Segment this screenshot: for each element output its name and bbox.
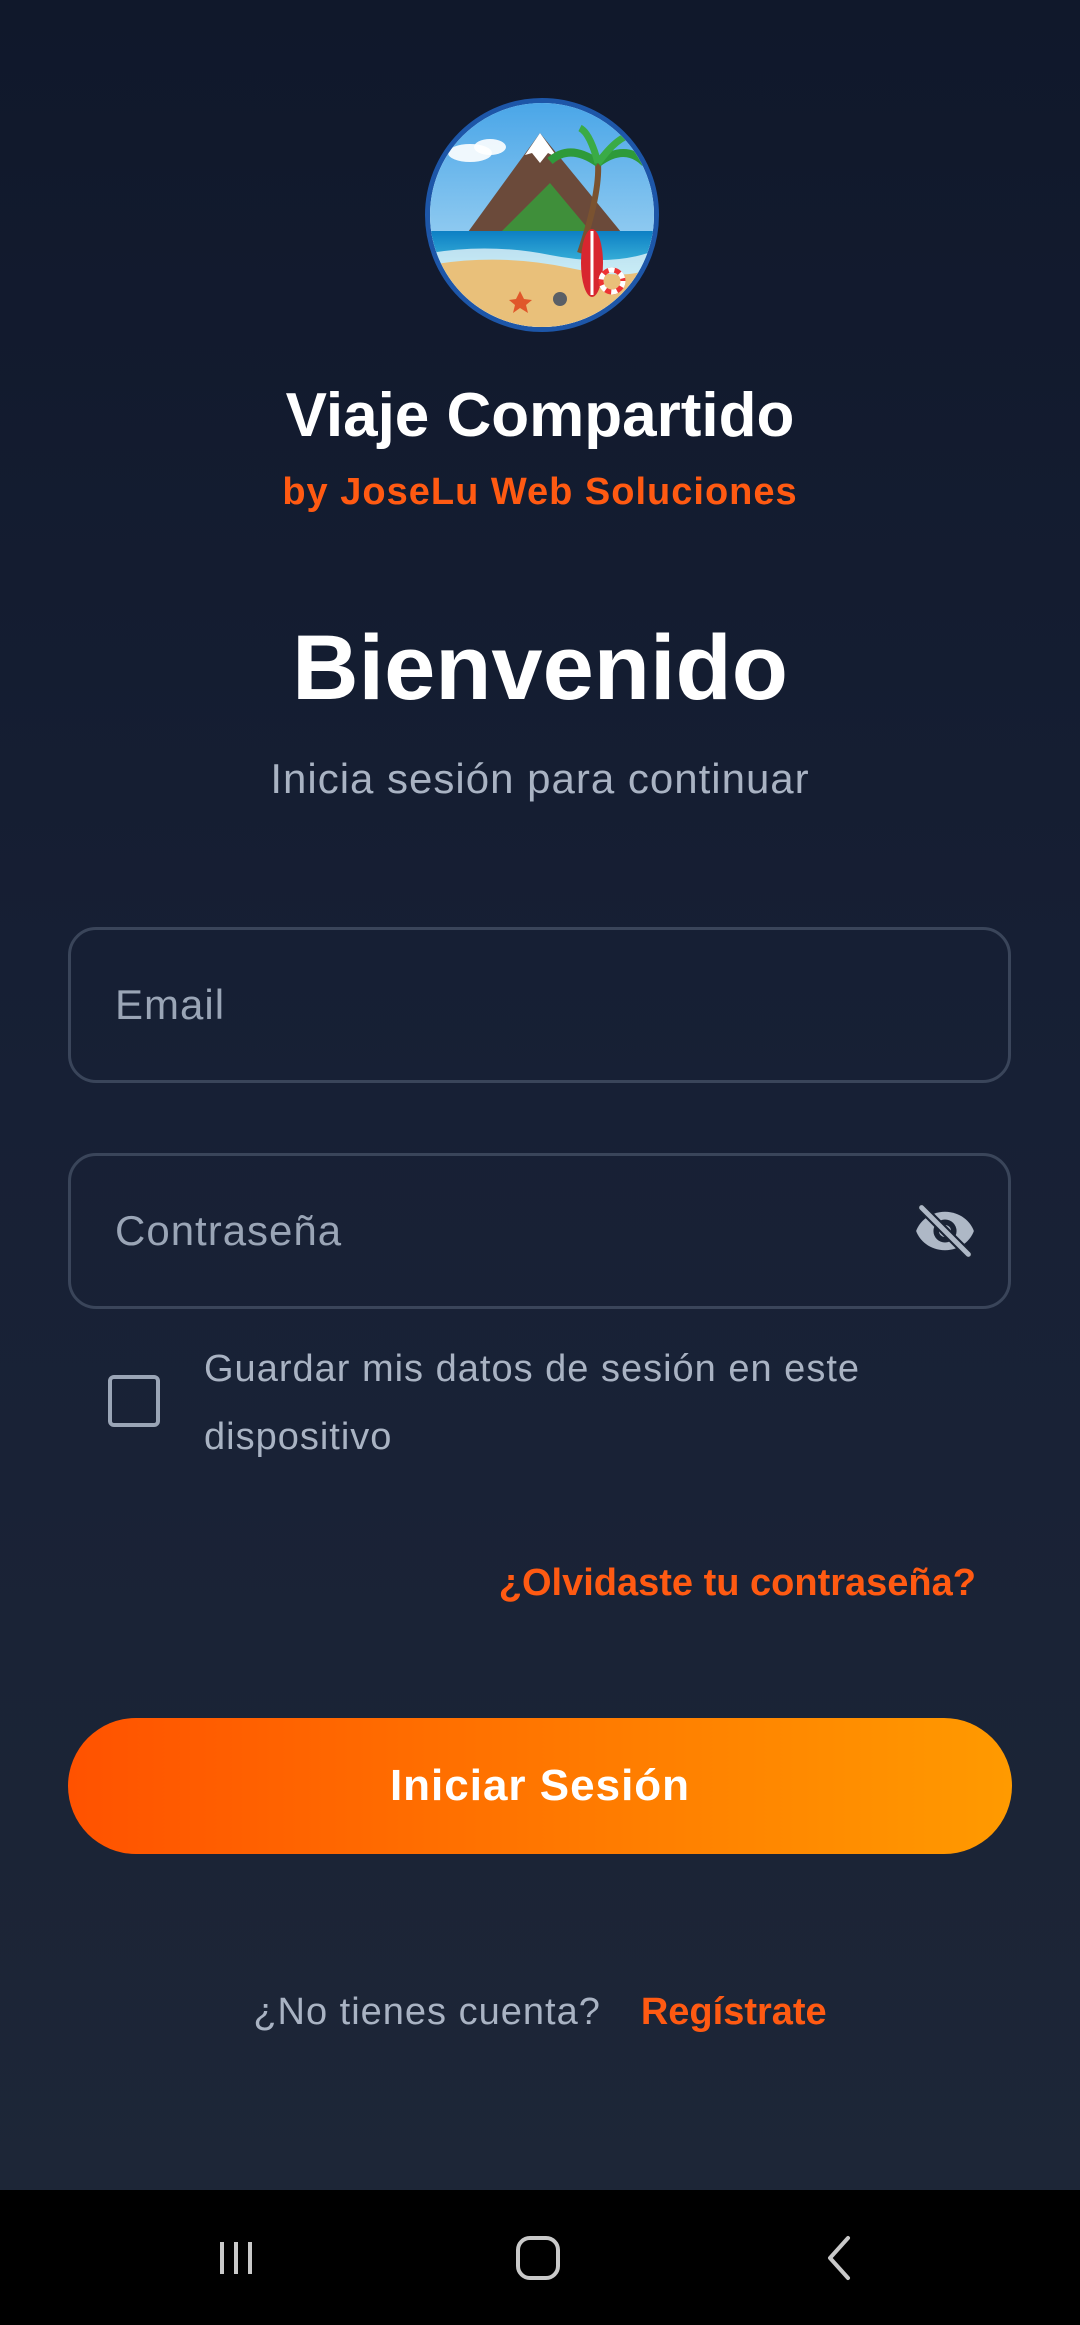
password-field[interactable]: Contraseña [68, 1153, 1011, 1309]
app-title: Viaje Compartido [285, 381, 795, 450]
remember-label[interactable]: Guardar mis datos de sesión en este disp… [204, 1335, 964, 1471]
signup-row: ¿No tienes cuenta? Regístrate [0, 1984, 1080, 2040]
login-screen: Viaje Compartido by JoseLu Web Solucione… [0, 0, 1080, 2190]
login-button-label: Iniciar Sesión [389, 1761, 691, 1810]
email-placeholder: Email [115, 981, 226, 1028]
app-logo [425, 98, 659, 332]
email-field[interactable]: Email [68, 927, 1011, 1083]
back-icon[interactable] [780, 2190, 900, 2325]
forgot-password-link[interactable]: ¿Olvidaste tu contraseña? [499, 1558, 976, 1608]
welcome-subheading: Inicia sesión para continuar [270, 755, 810, 802]
signup-link[interactable]: Regístrate [641, 1991, 827, 2033]
welcome-heading: Bienvenido [292, 617, 788, 719]
home-icon[interactable] [478, 2190, 598, 2325]
password-placeholder: Contraseña [115, 1207, 343, 1254]
signup-question: ¿No tienes cuenta? [253, 1991, 601, 2033]
eye-off-icon[interactable] [912, 1198, 978, 1264]
recents-icon[interactable] [176, 2190, 296, 2325]
beach-mountain-logo-icon [430, 103, 654, 327]
system-navigation-bar [0, 2190, 1080, 2325]
app-subtitle: by JoseLu Web Soluciones [282, 471, 798, 513]
remember-checkbox[interactable] [108, 1375, 160, 1427]
login-button[interactable]: Iniciar Sesión [68, 1718, 1012, 1854]
